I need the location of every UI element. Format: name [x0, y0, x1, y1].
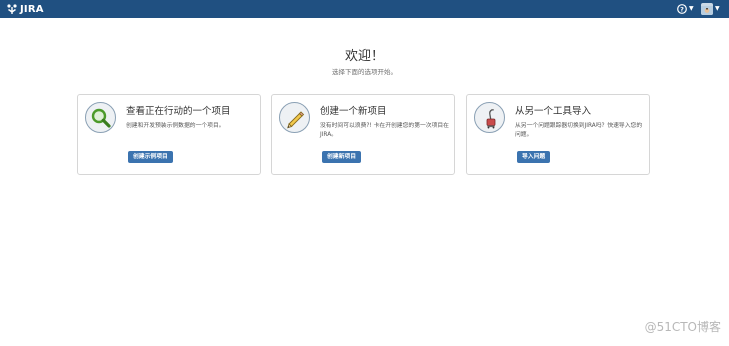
pencil-icon: [286, 110, 304, 128]
jira-logo-icon: [7, 4, 17, 14]
card-import-issues: 从另一个工具导入 从另一个问题跟踪器切换到JIRA吗？快速导入您的问题。 导入问…: [466, 94, 650, 175]
card-sample-project: 查看正在行动的一个项目 创建和开发预装示例数据的一个项目。 创建示例项目: [77, 94, 261, 175]
vacuum-icon: [486, 108, 495, 128]
card-description: 没有时间可以浪费?! 卡在开创建您的第一次项目在 JIRA。: [320, 123, 449, 138]
card-icon-wrapper: [474, 102, 505, 133]
import-issues-button[interactable]: 导入问题: [517, 151, 551, 163]
chevron-down-icon: ▼: [689, 5, 694, 12]
card-icon-wrapper: [279, 102, 310, 133]
magnifier-icon: [91, 108, 111, 128]
svg-text:?: ?: [680, 5, 684, 13]
chevron-down-icon: ▼: [715, 5, 720, 12]
card-new-project: 创建一个新项目 没有时间可以浪费?! 卡在开创建您的第一次项目在 JIRA。 创…: [271, 94, 455, 175]
user-avatar: [701, 3, 713, 15]
create-new-project-button[interactable]: 创建新项目: [322, 151, 361, 163]
logo-text: JIRA: [20, 3, 44, 15]
welcome-subtitle: 选择下面的选项开始。: [332, 68, 397, 76]
top-navigation-bar: JIRA ? ▼ ▼: [0, 0, 729, 18]
jira-logo[interactable]: JIRA: [6, 2, 44, 16]
card-icon-wrapper: [85, 102, 116, 133]
welcome-title: 欢迎！: [344, 49, 384, 64]
help-icon: ?: [677, 4, 687, 14]
card-title: 查看正在行动的一个项目: [126, 106, 231, 117]
watermark: @51CTO博客: [644, 320, 721, 334]
card-title: 创建一个新项目: [320, 106, 387, 117]
user-menu-button[interactable]: ▼: [701, 2, 720, 16]
help-menu-button[interactable]: ? ▼: [677, 2, 694, 16]
card-description: 创建和开发预装示例数据的一个项目。: [126, 123, 225, 129]
card-title: 从另一个工具导入: [515, 106, 592, 117]
create-sample-project-button[interactable]: 创建示例项目: [128, 151, 173, 163]
card-description: 从另一个问题跟踪器切换到JIRA吗？快速导入您的问题。: [515, 123, 643, 138]
